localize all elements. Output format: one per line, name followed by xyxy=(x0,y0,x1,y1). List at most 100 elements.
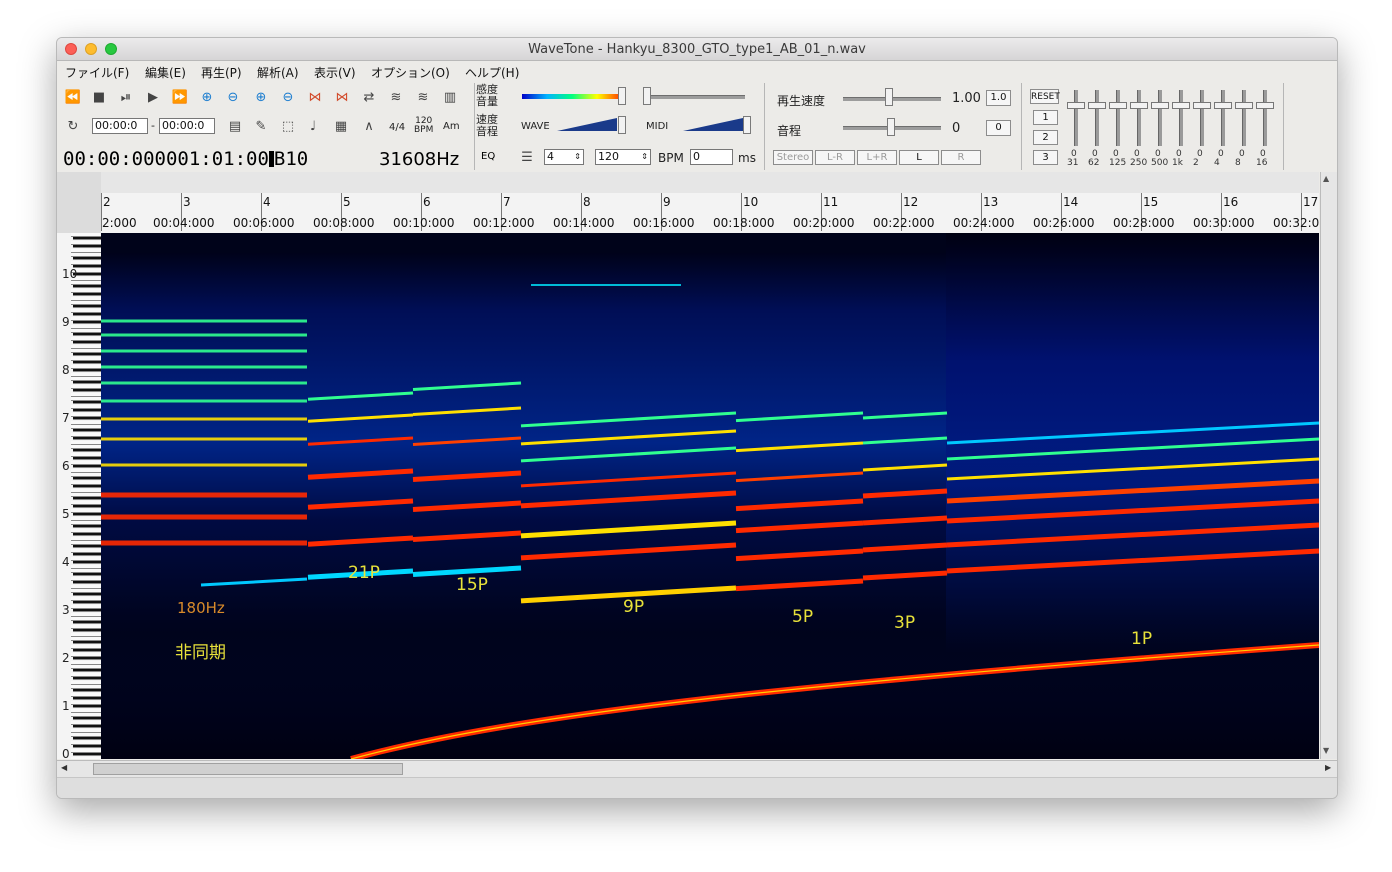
eq-band-6[interactable]: 02 xyxy=(1193,88,1211,172)
channel-r-button[interactable]: R xyxy=(941,150,981,165)
piano-black-key[interactable] xyxy=(73,697,101,700)
eq-band-9[interactable]: 0 16 xyxy=(1256,88,1274,172)
horizontal-scroll-thumb[interactable] xyxy=(93,763,403,775)
eq-band-thumb[interactable] xyxy=(1151,102,1169,109)
eq-band-thumb[interactable] xyxy=(1172,102,1190,109)
eq-band-thumb[interactable] xyxy=(1109,102,1127,109)
eq-label[interactable]: EQ xyxy=(481,151,495,162)
offset-ms-input[interactable]: 0 xyxy=(690,149,733,165)
fast-forward-icon[interactable]: ⏩ xyxy=(170,87,190,107)
eq-band-5[interactable]: 0 1k xyxy=(1172,88,1190,172)
piano-black-key[interactable] xyxy=(73,497,101,500)
eq-band-7[interactable]: 04 xyxy=(1214,88,1232,172)
piano-black-key[interactable] xyxy=(73,609,101,612)
eq-band-track[interactable] xyxy=(1137,90,1141,146)
eq-band-8[interactable]: 08 xyxy=(1235,88,1253,172)
loop-icon[interactable]: ↻ xyxy=(63,116,83,136)
midi-level-thumb[interactable] xyxy=(743,116,751,134)
tempo-spinner-icon[interactable]: ⇕ xyxy=(641,150,648,164)
piano-black-key[interactable] xyxy=(73,417,101,420)
rewind-icon[interactable]: ⏪ xyxy=(63,87,83,107)
piano-black-key[interactable] xyxy=(73,457,101,460)
piano-black-key[interactable] xyxy=(73,561,101,564)
scroll-up-icon[interactable]: ▲ xyxy=(1323,174,1329,183)
eq-band-track[interactable] xyxy=(1242,90,1246,146)
piano-black-key[interactable] xyxy=(73,649,101,652)
piano-black-key[interactable] xyxy=(73,321,101,324)
piano-black-key[interactable] xyxy=(73,657,101,660)
vertical-scrollbar[interactable]: ▲ ▼ xyxy=(1320,172,1337,759)
channel-l-plus-r-button[interactable]: L+R xyxy=(857,150,897,165)
piano-black-key[interactable] xyxy=(73,593,101,596)
wave-level-thumb[interactable] xyxy=(618,116,626,134)
menu-play[interactable]: 再生(P) xyxy=(201,64,242,81)
piano-black-key[interactable] xyxy=(73,305,101,308)
piano-black-key[interactable] xyxy=(73,285,101,288)
piano-black-key[interactable] xyxy=(73,313,101,316)
end-time-input[interactable]: 00:00:0 xyxy=(159,118,215,134)
piano-black-key[interactable] xyxy=(73,669,101,672)
eq-band-thumb[interactable] xyxy=(1193,102,1211,109)
piano-black-key[interactable] xyxy=(73,725,101,728)
piano-black-key[interactable] xyxy=(73,545,101,548)
piano-black-key[interactable] xyxy=(73,369,101,372)
eq-band-thumb[interactable] xyxy=(1256,102,1274,109)
piano-black-key[interactable] xyxy=(73,389,101,392)
title-bar[interactable]: WaveTone - Hankyu_8300_GTO_type1_AB_01_n… xyxy=(57,38,1337,61)
zoom-out-horizontal-icon[interactable]: ⊖ xyxy=(223,87,243,107)
eq-band-track[interactable] xyxy=(1200,90,1204,146)
piano-black-key[interactable] xyxy=(73,525,101,528)
piano-black-key[interactable] xyxy=(73,601,101,604)
stop-icon[interactable]: ■ xyxy=(89,87,109,107)
piano-black-key[interactable] xyxy=(73,409,101,412)
eq-band-thumb[interactable] xyxy=(1235,102,1253,109)
beats-input[interactable]: 4 ⇕ xyxy=(544,149,584,165)
piano-black-key[interactable] xyxy=(73,257,101,260)
channel-l-minus-r-button[interactable]: L-R xyxy=(815,150,855,165)
curve-icon[interactable]: ∧ xyxy=(359,116,379,136)
pencil-icon[interactable]: ✎ xyxy=(251,116,271,136)
eq-band-track[interactable] xyxy=(1116,90,1120,146)
piano-keyboard[interactable]: 10 9 8 7 6 5 4 3 2 1 0 xyxy=(57,233,101,759)
piano-black-key[interactable] xyxy=(73,705,101,708)
piano-black-key[interactable] xyxy=(73,353,101,356)
menu-edit[interactable]: 編集(E) xyxy=(145,64,186,81)
expand-icon[interactable]: ⋈ xyxy=(305,87,325,107)
spectrogram-view[interactable]: 180Hz 非同期 21P 15P 9P 5P 3P 1P xyxy=(101,233,1319,759)
piano-black-key[interactable] xyxy=(73,341,101,344)
grid-icon[interactable]: ▦ xyxy=(331,116,351,136)
piano-black-key[interactable] xyxy=(73,581,101,584)
piano-black-key[interactable] xyxy=(73,429,101,432)
menu-view[interactable]: 表示(V) xyxy=(314,64,356,81)
eq-band-thumb[interactable] xyxy=(1214,102,1232,109)
piano-black-key[interactable] xyxy=(73,401,101,404)
note-icon[interactable]: ♩ xyxy=(303,116,323,136)
volume-thumb[interactable] xyxy=(643,87,651,105)
eq-reset-button[interactable]: RESET xyxy=(1030,89,1060,104)
midi-level-wedge[interactable] xyxy=(683,116,743,132)
eq-band-4[interactable]: 0 500 xyxy=(1151,88,1169,172)
wave-level-wedge[interactable] xyxy=(557,116,617,132)
speed-reset-button[interactable]: 1.0 xyxy=(986,90,1011,106)
piano-black-key[interactable] xyxy=(73,513,101,516)
piano-black-key[interactable] xyxy=(73,629,101,632)
piano-black-key[interactable] xyxy=(73,293,101,296)
color-gain-thumb[interactable] xyxy=(618,87,626,105)
pitch-reset-button[interactable]: 0 xyxy=(986,120,1011,136)
zoom-in-horizontal-icon[interactable]: ⊕ xyxy=(197,87,217,107)
swap-icon[interactable]: ⇄ xyxy=(359,87,379,107)
eq-preset-2-button[interactable]: 2 xyxy=(1033,130,1058,145)
channel-l-button[interactable]: L xyxy=(899,150,939,165)
menu-help[interactable]: ヘルプ(H) xyxy=(465,64,519,81)
eq-band-2[interactable]: 0 125 xyxy=(1109,88,1127,172)
piano-black-key[interactable] xyxy=(73,533,101,536)
eq-band-3[interactable]: 0 250 xyxy=(1130,88,1148,172)
pitch-thumb[interactable] xyxy=(887,118,895,136)
piano-black-key[interactable] xyxy=(73,553,101,556)
piano-white-key[interactable] xyxy=(71,757,101,759)
select-rect-icon[interactable]: ⬚ xyxy=(278,116,298,136)
channel-stereo-button[interactable]: Stereo xyxy=(773,150,813,165)
contract-icon[interactable]: ⋈ xyxy=(332,87,352,107)
eq-band-thumb[interactable] xyxy=(1088,102,1106,109)
scroll-down-icon[interactable]: ▼ xyxy=(1323,746,1329,755)
